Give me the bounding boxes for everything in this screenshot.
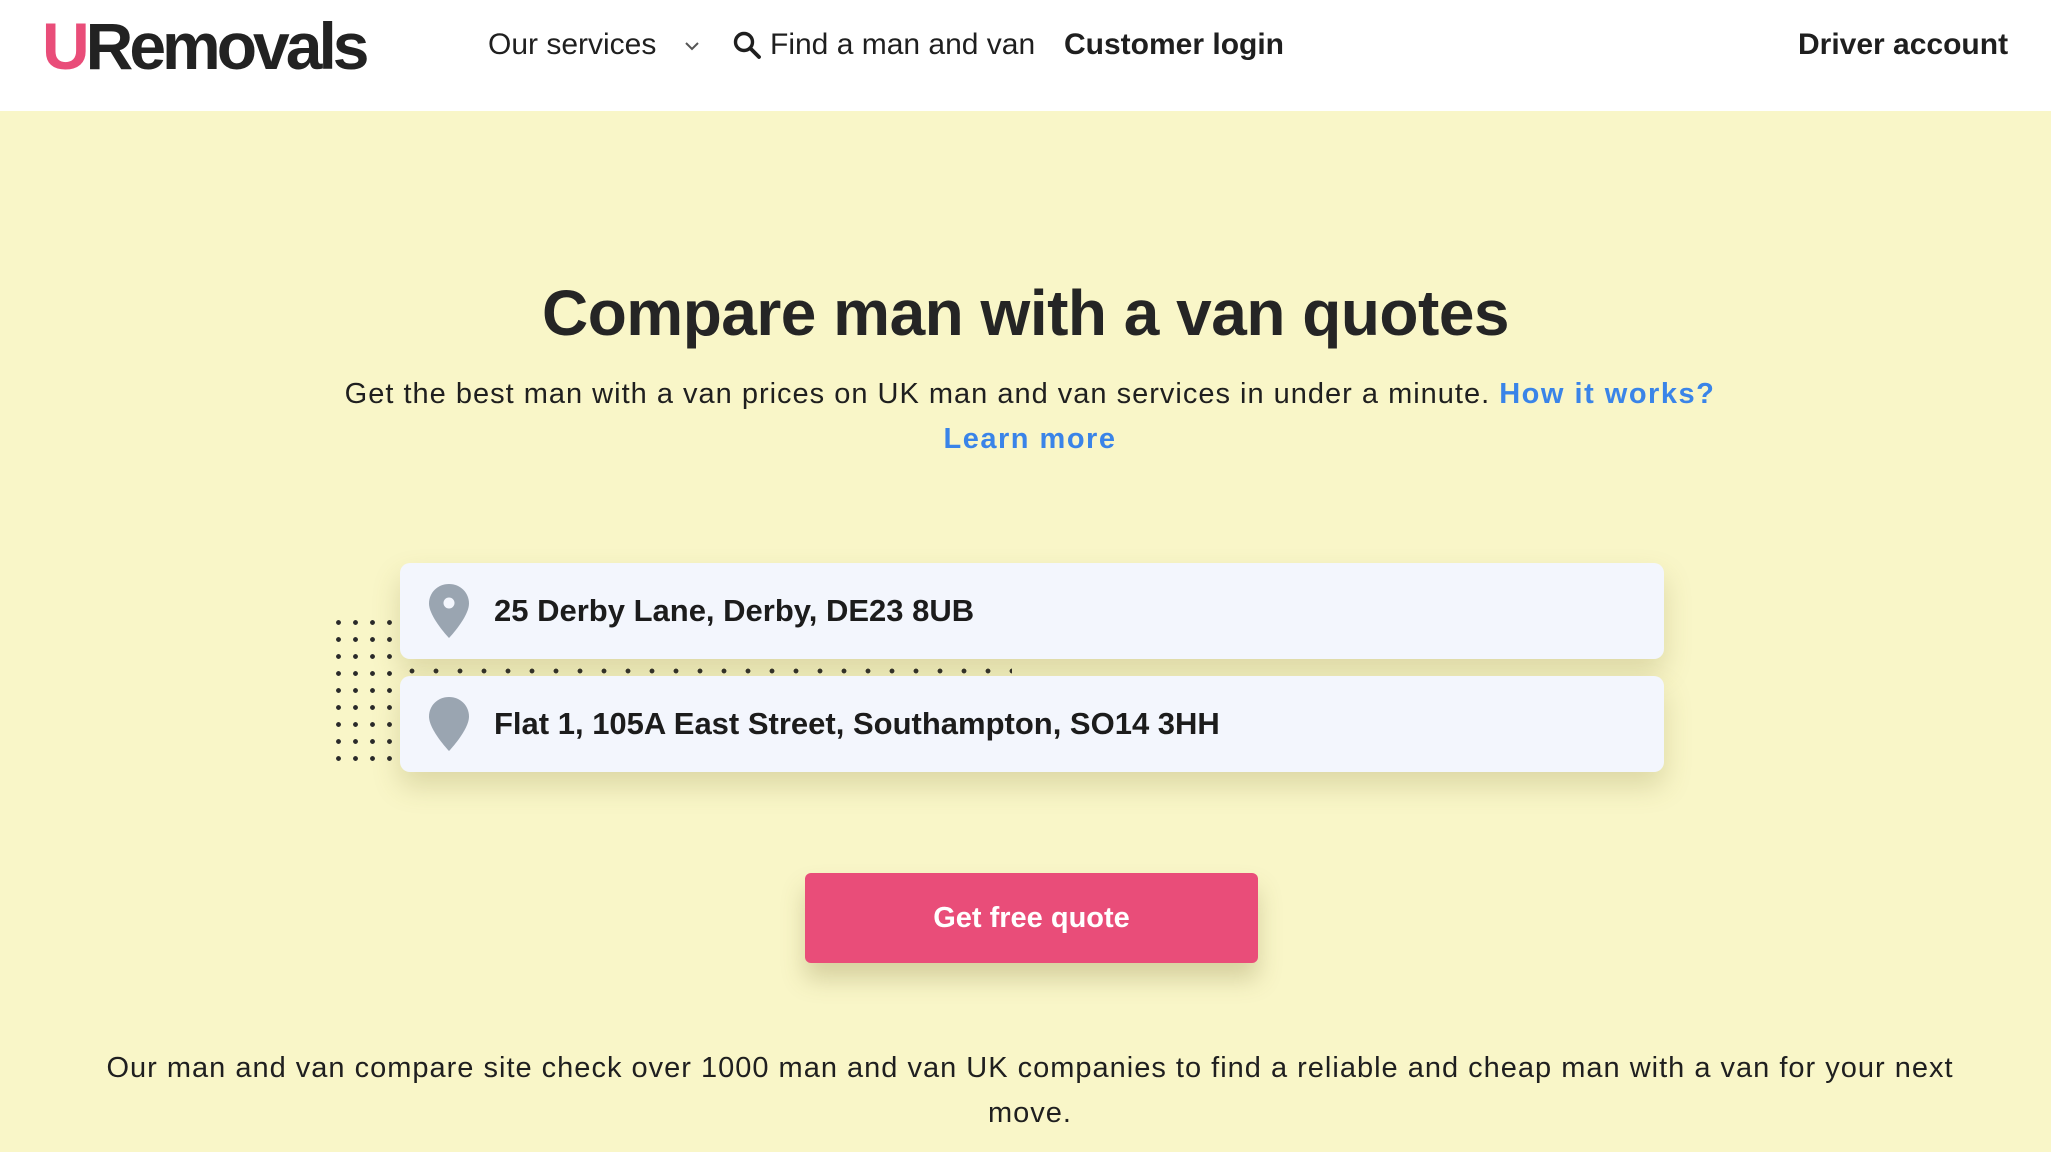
pickup-address-input[interactable] bbox=[494, 581, 1644, 641]
site-logo[interactable]: URemovals bbox=[42, 13, 369, 79]
search-icon bbox=[733, 31, 761, 59]
site-header: URemovals Our services Find a man and va… bbox=[0, 0, 2051, 111]
nav-driver-account[interactable]: Driver account bbox=[1798, 22, 2008, 68]
hero-subtitle-text: Get the best man with a van prices on UK… bbox=[344, 378, 1491, 410]
learn-more-link[interactable]: Learn more bbox=[944, 423, 1117, 455]
nav-find-man-and-van[interactable]: Find a man and van bbox=[732, 22, 1035, 68]
pickup-address-field[interactable] bbox=[400, 563, 1664, 659]
dropoff-address-input[interactable] bbox=[494, 694, 1644, 754]
nav-services-label: Our services bbox=[488, 28, 657, 61]
logo-wordmark: Removals bbox=[85, 9, 370, 83]
intro-paragraph: Our man and van compare site check over … bbox=[106, 1052, 1954, 1129]
dropoff-address-field[interactable] bbox=[400, 676, 1664, 772]
chevron-down-icon bbox=[685, 42, 699, 51]
decorative-dot-grid bbox=[330, 614, 400, 770]
hero-subtitle: Get the best man with a van prices on UK… bbox=[260, 372, 1800, 462]
nav-find-label: Find a man and van bbox=[770, 28, 1036, 61]
location-pin-icon bbox=[429, 584, 469, 638]
location-pin-icon bbox=[429, 697, 469, 751]
hero-title: Compare man with a van quotes bbox=[541, 277, 1510, 349]
how-it-works-link[interactable]: How it works? bbox=[1499, 378, 1715, 410]
logo-letter-u: U bbox=[42, 9, 90, 83]
nav-customer-login[interactable]: Customer login bbox=[1064, 22, 1284, 68]
get-free-quote-button[interactable]: Get free quote bbox=[805, 873, 1258, 963]
nav-our-services[interactable]: Our services bbox=[488, 22, 701, 68]
